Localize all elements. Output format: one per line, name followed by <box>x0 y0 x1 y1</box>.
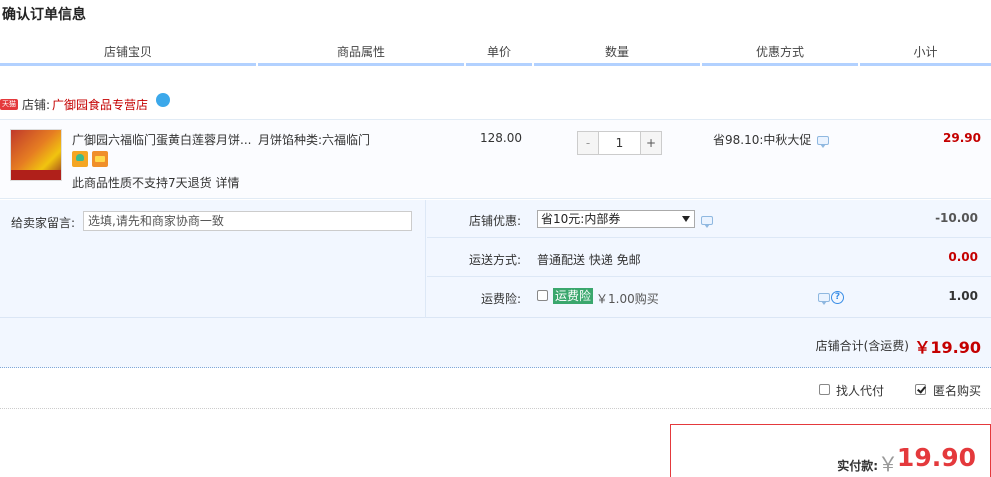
item-attribute: 月饼馅种类:六福临门 <box>258 133 371 147</box>
message-panel: 给卖家留言: <box>0 200 426 318</box>
payment-currency: ￥ <box>878 452 898 476</box>
anonymous-checkbox[interactable] <box>915 384 926 395</box>
column-header-quantity: 数量 <box>534 38 700 66</box>
unit-price: 128.00 <box>480 131 522 145</box>
item-promotion: 省98.10:中秋大促 <box>713 131 830 148</box>
quantity-stepper: - 1 + <box>577 131 662 155</box>
page-title: 确认订单信息 <box>2 7 86 23</box>
service-badge-icon[interactable] <box>72 151 88 167</box>
shop-discount-value: -10.00 <box>935 211 978 225</box>
insurance-tag: 运费险 <box>553 288 594 304</box>
shop-label: 店铺: <box>22 97 51 112</box>
insurance-row: 运费险: 运费险 ￥1.00购买 ? 1.00 <box>427 278 991 316</box>
wangwang-chat-icon[interactable] <box>156 93 171 107</box>
chevron-down-icon <box>682 216 690 222</box>
shipping-method: 普通配送 快递 免邮 <box>537 253 641 267</box>
payment-box: 实付款: ￥ 19.90 <box>670 424 991 477</box>
shop-discount-selected: 省10元:内部券 <box>541 212 621 226</box>
message-icon[interactable] <box>817 136 830 148</box>
column-header-subtotal: 小计 <box>860 38 991 66</box>
insurance-price: ￥1.00购买 <box>596 292 659 306</box>
credit-card-icon[interactable] <box>92 151 108 167</box>
shipping-label: 运送方式: <box>468 253 521 267</box>
payment-amount: 19.90 <box>896 443 976 472</box>
payment-label: 实付款: <box>837 459 878 473</box>
shop-total-label: 店铺合计(含运费) <box>815 339 909 353</box>
quantity-input[interactable]: 1 <box>598 132 641 154</box>
proxy-pay-label[interactable]: 找人代付 <box>836 382 884 399</box>
product-thumbnail[interactable] <box>10 129 62 181</box>
message-icon[interactable] <box>818 293 830 305</box>
shop-name-link[interactable]: 广御园食品专营店 <box>52 96 148 113</box>
quantity-decrease-button[interactable]: - <box>578 132 598 154</box>
return-policy-note[interactable]: 此商品性质不支持7天退货 详情 <box>72 174 239 191</box>
column-header-price: 单价 <box>466 38 532 66</box>
anonymous-label[interactable]: 匿名购买 <box>933 382 981 399</box>
insurance-label: 运费险: <box>480 292 521 306</box>
column-header-promotion: 优惠方式 <box>702 38 858 66</box>
quantity-increase-button[interactable]: + <box>641 132 661 154</box>
shop-discount-row: 店铺优惠: 省10元:内部券 -10.00 <box>427 200 991 238</box>
tmall-badge-icon: 天猫 <box>0 98 18 110</box>
seller-message-input[interactable] <box>83 211 412 231</box>
insurance-value: 1.00 <box>948 289 978 303</box>
shop-total-row: 店铺合计(含运费) ￥19.90 <box>0 318 991 368</box>
seller-message-label: 给卖家留言: <box>11 216 76 230</box>
item-row: 广御园六福临门蛋黄白莲蓉月饼... 月饼馅种类:六福临门 此商品性质不支持7天退… <box>0 119 991 199</box>
help-icon[interactable]: ? <box>831 291 844 304</box>
order-options-line: 找人代付 匿名购买 <box>0 369 991 409</box>
insurance-checkbox[interactable] <box>537 290 548 301</box>
column-header: 店铺宝贝 商品属性 单价 数量 优惠方式 小计 <box>0 38 991 66</box>
shop-discount-label: 店铺优惠: <box>468 214 521 228</box>
message-icon[interactable] <box>701 216 713 228</box>
order-options-panel: 给卖家留言: 店铺优惠: 省10元:内部券 -10.00 运送方式: 普通配送 … <box>0 200 991 318</box>
column-header-attribute: 商品属性 <box>258 38 464 66</box>
shop-discount-select[interactable]: 省10元:内部券 <box>537 210 695 228</box>
item-title-link[interactable]: 广御园六福临门蛋黄白莲蓉月饼... <box>72 131 254 148</box>
shop-line: 天猫 店铺: 广御园食品专营店 <box>0 93 171 113</box>
proxy-pay-checkbox[interactable] <box>819 384 830 395</box>
item-subtotal: 29.90 <box>943 131 981 145</box>
shop-total-amount: ￥19.90 <box>914 338 981 357</box>
column-header-item: 店铺宝贝 <box>0 38 256 66</box>
shipping-value: 0.00 <box>948 250 978 264</box>
shipping-row: 运送方式: 普通配送 快递 免邮 0.00 <box>427 239 991 277</box>
promotion-text: 省98.10:中秋大促 <box>713 133 812 147</box>
